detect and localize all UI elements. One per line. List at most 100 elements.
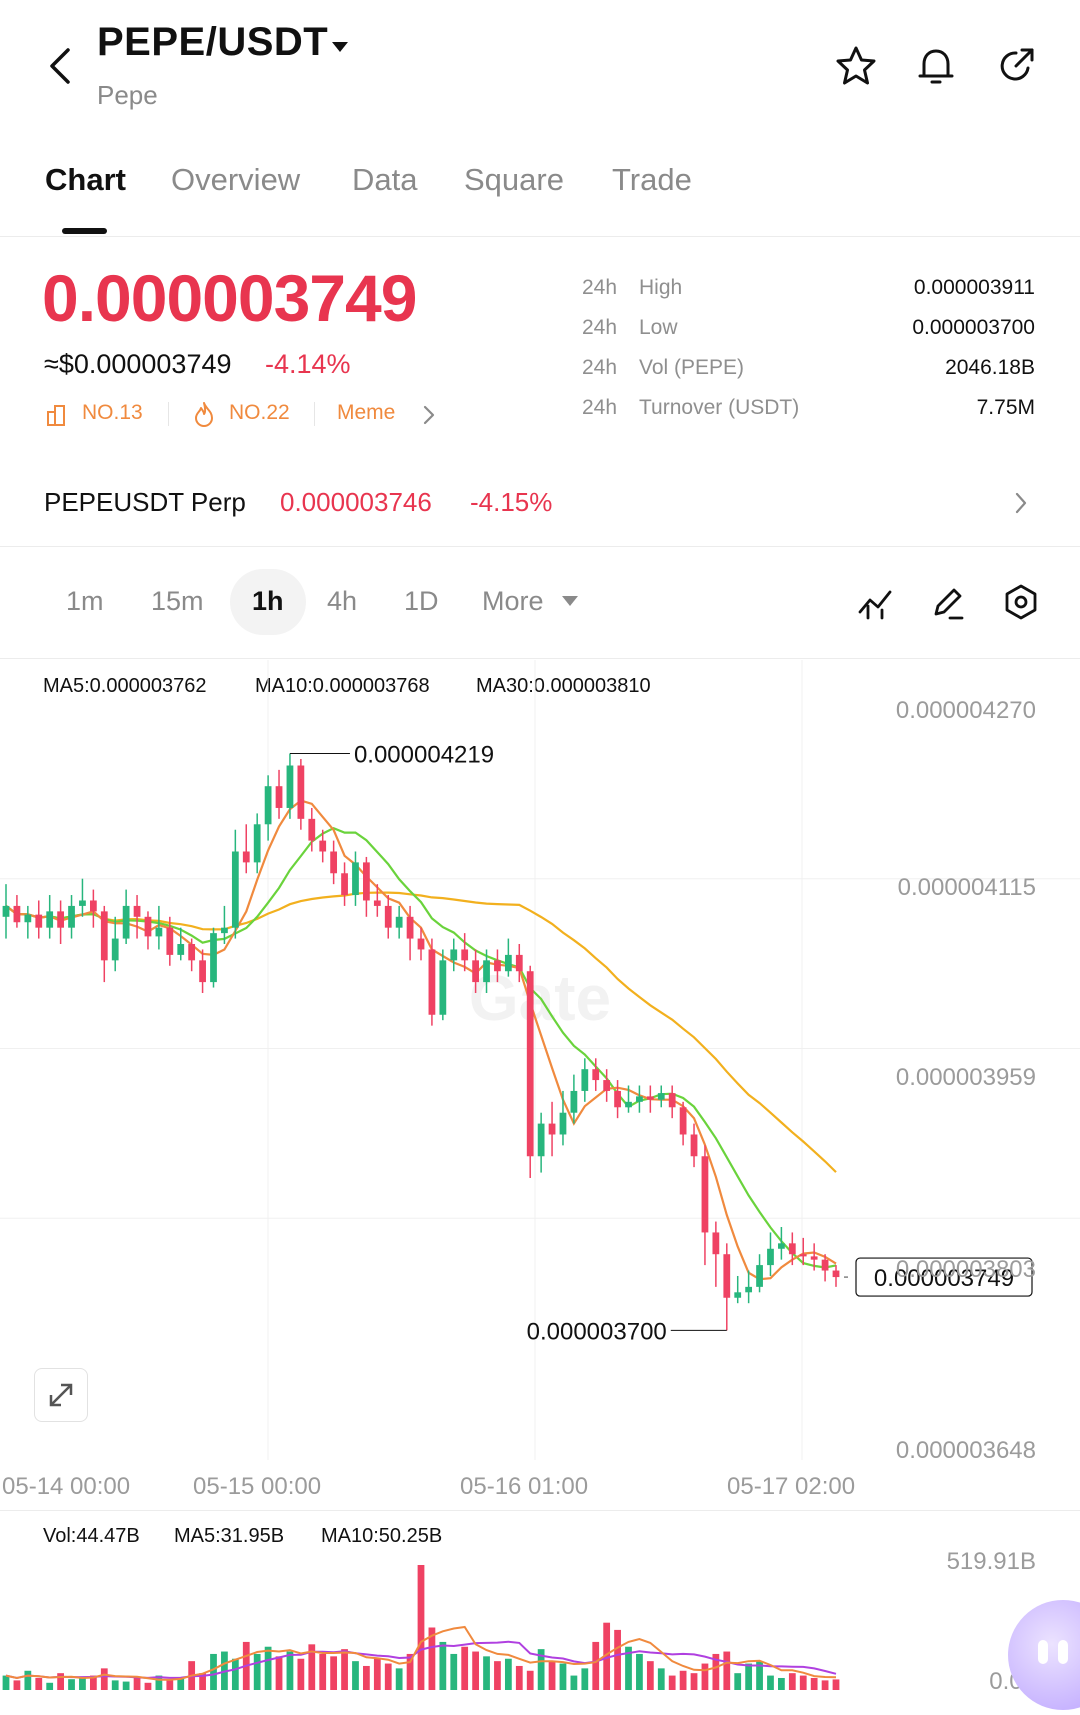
- volume-divider: [0, 1510, 1080, 1511]
- volume-bar: [526, 1670, 534, 1690]
- star-icon[interactable]: [834, 44, 878, 88]
- rank-tag[interactable]: NO.13: [82, 401, 143, 425]
- tab-overview[interactable]: Overview: [171, 162, 300, 198]
- candle-body: [231, 851, 239, 928]
- ma10-line: [5, 826, 837, 1269]
- volume-bar: [352, 1661, 359, 1690]
- candle-body: [712, 1232, 720, 1255]
- candle-body: [701, 1156, 709, 1233]
- candle-body: [734, 1292, 742, 1298]
- candle-body: [679, 1107, 687, 1135]
- volume-bar: [417, 1565, 425, 1690]
- candle-body: [406, 916, 414, 939]
- candle-body: [756, 1265, 763, 1287]
- volume-bar: [13, 1680, 21, 1690]
- share-icon[interactable]: [994, 44, 1038, 88]
- x-tick: 05-14 00:00: [2, 1473, 131, 1500]
- volume-bar: [450, 1653, 458, 1690]
- volume-bar: [483, 1656, 490, 1690]
- caret-down-icon[interactable]: [330, 40, 350, 54]
- candle-body: [363, 862, 370, 901]
- x-tick: 05-15 00:00: [193, 1473, 322, 1500]
- interval-1d[interactable]: 1D: [404, 586, 439, 617]
- candle-body: [810, 1256, 818, 1260]
- candle-body: [275, 786, 283, 808]
- volume-bar: [592, 1641, 600, 1690]
- volume-bar: [319, 1653, 327, 1690]
- candle-body: [690, 1134, 698, 1157]
- pair-title[interactable]: PEPE/USDT: [97, 20, 328, 65]
- candle-body: [35, 914, 43, 928]
- interval-15m[interactable]: 15m: [151, 586, 204, 617]
- y-tick: 0.000004270: [895, 697, 1036, 724]
- candle-body: [657, 1093, 665, 1100]
- tab-chart[interactable]: Chart: [45, 162, 126, 198]
- assistant-bot-button[interactable]: [1008, 1600, 1080, 1710]
- candle-body: [188, 944, 196, 961]
- candle-body: [100, 911, 108, 961]
- candle-body: [646, 1096, 654, 1100]
- candle-body: [821, 1259, 829, 1271]
- volume-bar: [778, 1677, 785, 1690]
- expand-chart-button[interactable]: [34, 1368, 88, 1422]
- volume-bar: [679, 1670, 687, 1690]
- tab-trade[interactable]: Trade: [612, 162, 692, 198]
- candle-body: [439, 960, 447, 1015]
- candle-body: [614, 1090, 621, 1108]
- perp-name[interactable]: PEPEUSDT Perp: [44, 487, 246, 518]
- bell-icon[interactable]: [914, 44, 958, 88]
- interval-more[interactable]: More: [482, 586, 544, 617]
- expand-icon: [49, 1383, 73, 1407]
- back-icon[interactable]: [40, 44, 80, 88]
- volume-bar: [264, 1646, 272, 1690]
- interval-1m[interactable]: 1m: [66, 586, 104, 617]
- meme-tag[interactable]: Meme: [337, 401, 395, 425]
- settings-hexagon-icon[interactable]: [999, 580, 1043, 624]
- volume-bar: [100, 1668, 108, 1690]
- candle-body: [319, 840, 327, 852]
- candle-body: [767, 1248, 774, 1266]
- candle-body: [559, 1112, 567, 1135]
- volume-bar: [46, 1682, 54, 1690]
- draw-pen-icon[interactable]: [926, 580, 970, 624]
- candle-body: [581, 1069, 589, 1091]
- tab-square[interactable]: Square: [464, 162, 564, 198]
- stat-value-turnover: 7.75M: [976, 396, 1035, 419]
- chevron-right-icon[interactable]: [422, 404, 436, 426]
- interval-1h[interactable]: 1h: [252, 586, 284, 617]
- price-chart[interactable]: Gate 0.0000042190.0000037000.000003749: [0, 660, 1080, 1460]
- indicator-icon[interactable]: [854, 580, 898, 624]
- volume-bar: [297, 1658, 305, 1690]
- candle-body: [450, 949, 458, 961]
- volume-bar: [636, 1653, 643, 1690]
- volume-bar: [701, 1663, 709, 1690]
- y-tick: 0.000003648: [895, 1437, 1036, 1464]
- rank-icon: [47, 405, 65, 426]
- candle-body: [548, 1123, 556, 1135]
- high-marker-label: 0.000004219: [354, 742, 494, 769]
- y-tick: 0.000004115: [897, 874, 1036, 901]
- volume-bar: [504, 1658, 512, 1690]
- stat-label-turnover: 24h Turnover (USDT): [582, 396, 800, 419]
- usd-price: ≈$0.000003749: [44, 349, 232, 379]
- interval-4h[interactable]: 4h: [327, 586, 357, 617]
- volume-bar: [111, 1680, 119, 1690]
- candle-body: [341, 873, 348, 896]
- volume-bar: [581, 1668, 589, 1690]
- volume-bar: [745, 1663, 753, 1690]
- volume-bar: [668, 1675, 676, 1690]
- volume-bar: [373, 1658, 381, 1690]
- candle-body: [504, 954, 512, 972]
- tab-data[interactable]: Data: [352, 162, 417, 198]
- volume-bar: [810, 1677, 818, 1690]
- volume-bar: [275, 1656, 283, 1690]
- volume-bar: [384, 1663, 392, 1690]
- pair-subtitle: Pepe: [97, 80, 158, 110]
- candle-body: [330, 851, 338, 874]
- candle-body: [133, 905, 141, 917]
- perp-chevron-right-icon[interactable]: [1013, 490, 1029, 516]
- hot-tag[interactable]: NO.22: [229, 401, 290, 425]
- candle-body: [210, 933, 217, 983]
- more-caret-down-icon[interactable]: [560, 594, 580, 608]
- low-marker-label: 0.000003700: [527, 1318, 667, 1345]
